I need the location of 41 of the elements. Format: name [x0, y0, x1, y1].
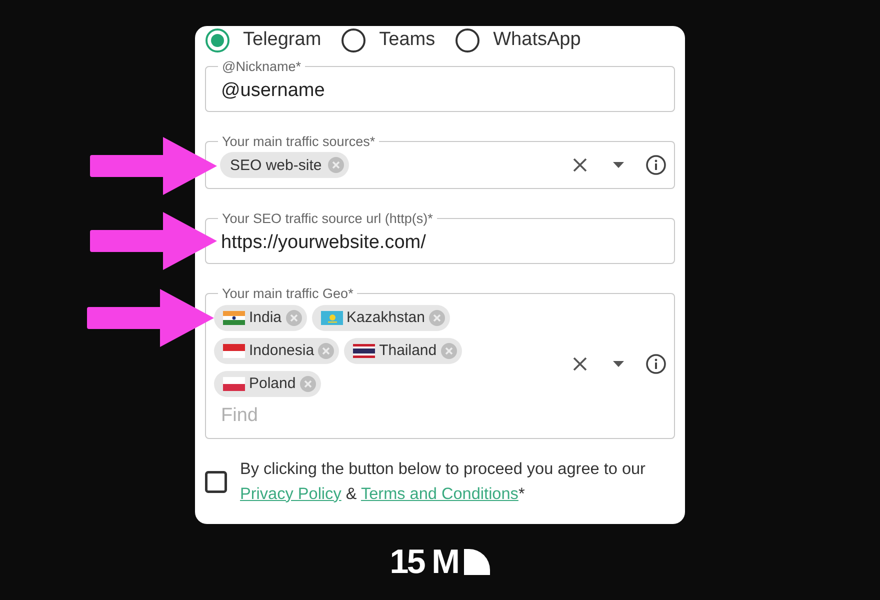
flag-icon [320, 310, 343, 324]
logo-mark-icon [464, 549, 490, 575]
field-label: @Nickname* [221, 60, 302, 73]
nickname-field[interactable]: @Nickname* @username [205, 60, 675, 112]
find-input[interactable]: Find [214, 402, 421, 428]
traffic-sources-select[interactable]: Your main traffic sources* SEO web-site [205, 135, 675, 189]
flag-icon [223, 310, 245, 324]
flag-icon [223, 376, 245, 390]
radio-option[interactable]: WhatsApp [455, 28, 581, 52]
country-chip[interactable]: Thailand [344, 338, 462, 364]
checkbox[interactable] [205, 470, 227, 492]
country-chip[interactable]: Poland [214, 370, 321, 396]
caret-icon[interactable] [613, 162, 624, 168]
radio-icon[interactable] [341, 28, 366, 52]
field-label: Your main traffic Geo* [221, 287, 354, 300]
agreement-text: By clicking the button below to proceed you agree to our Privacy Policy & Terms and Conditions* [240, 458, 646, 504]
field-label: Your main traffic sources* [221, 135, 376, 148]
logo-text: 15 M [390, 544, 458, 580]
url-field[interactable]: Your SEO traffic source url (http(s)* https://yourwebsite.com/ [205, 212, 675, 264]
radio-icon[interactable] [205, 28, 230, 52]
flag-icon [223, 344, 245, 358]
geo-select[interactable]: Your main traffic Geo* India Kazakhstan Indonesia Thailand Poland Find [205, 287, 675, 438]
arrow-icon [90, 212, 217, 270]
radio-icon[interactable] [455, 28, 480, 52]
info-icon[interactable] [646, 354, 666, 374]
url-input[interactable]: https://yourwebsite.com/ [214, 225, 666, 257]
field-label: Your SEO traffic source url (http(s)* [221, 212, 434, 225]
info-icon[interactable] [646, 155, 666, 175]
arrow-icon [87, 289, 214, 347]
tag-chip[interactable]: SEO web-site [220, 152, 349, 178]
radio-option[interactable]: Telegram [205, 28, 322, 52]
radio-option[interactable]: Teams [341, 28, 436, 52]
clear-icon[interactable] [573, 158, 587, 172]
nickname-input[interactable]: @username [214, 73, 666, 105]
caret-icon[interactable] [613, 361, 624, 368]
country-chip[interactable]: Kazakhstan [312, 304, 450, 330]
country-chip[interactable]: India [214, 304, 307, 330]
arrow-icon [90, 137, 217, 195]
flag-icon [353, 344, 376, 358]
clear-icon[interactable] [573, 357, 587, 372]
country-chip[interactable]: Indonesia [214, 338, 340, 364]
